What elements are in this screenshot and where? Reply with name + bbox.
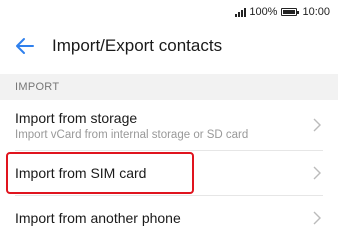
section-label: IMPORT (15, 81, 60, 93)
battery-percent: 100% (249, 6, 278, 18)
page-title: Import/Export contacts (52, 36, 223, 55)
app-bar: Import/Export contacts (0, 24, 338, 68)
back-button[interactable] (13, 34, 37, 58)
arrow-left-icon (16, 38, 34, 54)
chevron-right-icon (311, 166, 323, 180)
item-label: Import from SIM card (15, 165, 147, 181)
import-from-storage-item[interactable]: Import from storage Import vCard from in… (0, 100, 338, 150)
status-time: 10:00 (302, 6, 330, 18)
signal-icon (235, 7, 247, 17)
status-bar: 100% 10:00 (0, 0, 338, 24)
import-from-another-phone-item[interactable]: Import from another phone (0, 196, 338, 240)
chevron-right-icon (311, 211, 323, 225)
section-header-import: IMPORT (0, 74, 338, 100)
item-label: Import from another phone (15, 210, 181, 226)
item-label: Import from storage (15, 109, 138, 126)
import-from-sim-card-item[interactable]: Import from SIM card (0, 151, 338, 195)
item-subtitle: Import vCard from internal storage or SD… (15, 128, 249, 141)
chevron-right-icon (311, 118, 323, 132)
battery-icon (281, 8, 300, 16)
